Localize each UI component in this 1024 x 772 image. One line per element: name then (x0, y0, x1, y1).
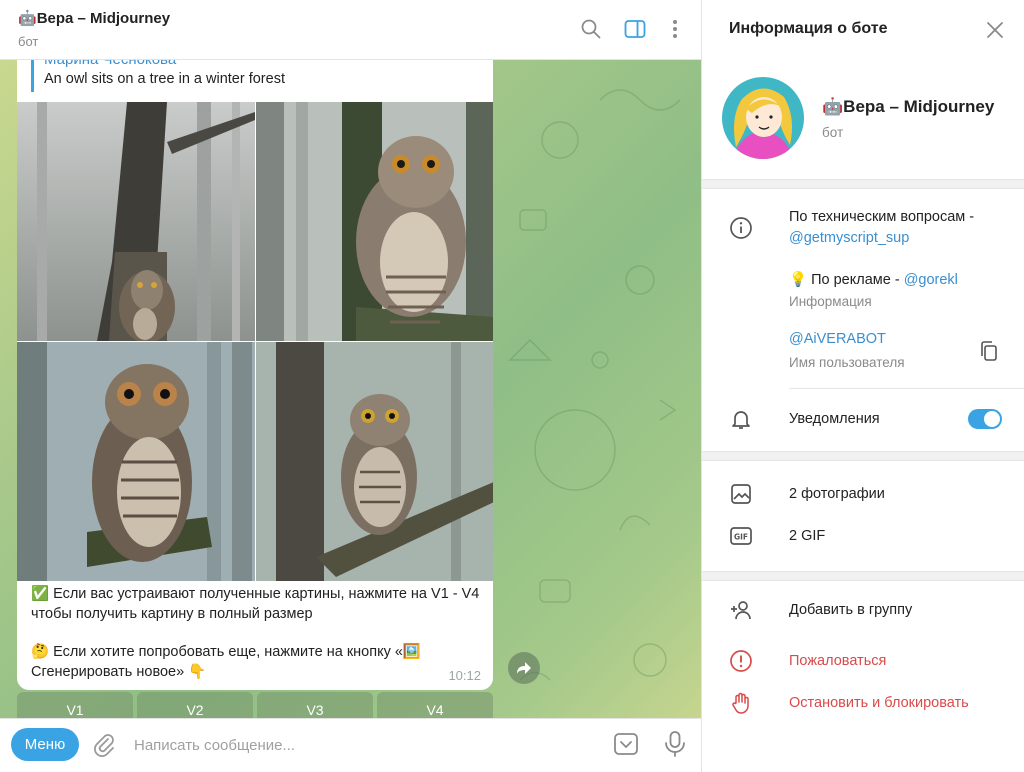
owl-image-1[interactable] (17, 102, 255, 341)
message-paragraph-1: ✅ Если вас устраивают полученные картины… (31, 586, 480, 622)
chat-title-text: Вера – Midjourney (36, 10, 171, 27)
username-link[interactable]: @AiVERABOT (789, 331, 886, 347)
reply-quote[interactable]: Марина Чеснокова An owl sits on a tree i… (31, 60, 471, 92)
section-separator (702, 179, 1024, 189)
gif-icon: GIF (730, 527, 752, 545)
message-input[interactable] (134, 733, 564, 757)
bot-emoji: 🤖 (18, 10, 37, 27)
chat-header: 🤖Вера – Midjourney бот (0, 0, 701, 60)
keyboard-button-v3[interactable]: V3 (257, 692, 373, 718)
forward-button[interactable] (508, 652, 540, 684)
report-icon (730, 650, 752, 672)
photos-row[interactable]: 2 фотографии (789, 486, 885, 502)
photo-icon (731, 484, 751, 504)
search-icon[interactable] (578, 16, 604, 42)
message-bubble[interactable]: Марина Чеснокова An owl sits on a tree i… (17, 60, 493, 690)
stop-and-block-button[interactable]: Остановить и блокировать (789, 695, 969, 711)
message-paragraph-2: 🤔 Если хотите попробовать еще, нажмите н… (31, 644, 421, 680)
info-panel-title: Информация о боте (729, 20, 888, 37)
about-text-line1: По техническим вопросам - (789, 209, 975, 225)
sidebar-toggle-icon[interactable] (622, 16, 648, 42)
about-ads-prefix: 💡 По рекламе - (789, 272, 904, 288)
gifs-row[interactable]: 2 GIF (789, 528, 825, 544)
reply-text: An owl sits on a tree in a winter forest (44, 71, 285, 87)
bot-menu-button[interactable]: Меню (11, 728, 79, 761)
more-menu-icon[interactable] (662, 16, 688, 42)
chat-title[interactable]: 🤖Вера – Midjourney (18, 9, 170, 27)
share-arrow-icon (517, 662, 531, 674)
notifications-label: Уведомления (789, 411, 880, 427)
close-icon[interactable] (984, 19, 1006, 41)
microphone-icon[interactable] (662, 730, 688, 758)
message-time: 10:12 (448, 668, 481, 683)
keyboard-button-v2[interactable]: V2 (137, 692, 253, 718)
chat-subtitle: бот (18, 34, 39, 49)
section-separator (702, 571, 1024, 581)
notifications-toggle[interactable] (968, 409, 1002, 429)
bell-icon (732, 411, 750, 429)
add-to-group-button[interactable]: Добавить в группу (789, 602, 912, 618)
reply-author: Марина Чеснокова (44, 60, 176, 68)
row-divider (789, 388, 1024, 389)
about-caption: Информация (789, 294, 872, 309)
keyboard-toggle-icon[interactable] (613, 731, 639, 757)
copy-icon[interactable] (978, 340, 1000, 362)
stop-hand-icon (732, 692, 749, 714)
info-icon (730, 217, 752, 239)
owl-image-2[interactable] (256, 102, 493, 341)
add-user-icon (731, 601, 751, 620)
bot-info-panel: Информация о боте 🤖Вера – Midjourney бот… (701, 0, 1024, 772)
message-composer: Меню (0, 718, 701, 772)
report-button[interactable]: Пожаловаться (789, 653, 886, 669)
keyboard-button-v1[interactable]: V1 (17, 692, 133, 718)
paperclip-icon[interactable] (90, 731, 118, 759)
inline-keyboard: V1 V2 V3 V4 (17, 692, 493, 718)
username-caption: Имя пользователя (789, 355, 905, 370)
generated-image-grid[interactable] (17, 102, 493, 581)
owl-image-3[interactable] (17, 342, 255, 581)
svg-text:GIF: GIF (734, 533, 748, 542)
about-ads-link[interactable]: @gorekl (904, 272, 958, 288)
bot-subtitle: бот (822, 125, 844, 140)
section-separator (702, 451, 1024, 461)
message-text: ✅ Если вас устраивают полученные картины… (31, 584, 481, 690)
avatar[interactable] (722, 77, 804, 159)
about-support-link[interactable]: @getmyscript_sup (789, 230, 909, 246)
owl-image-4[interactable] (256, 342, 493, 581)
about-ads-line: 💡 По рекламе - @gorekl (789, 271, 958, 288)
keyboard-button-v4[interactable]: V4 (377, 692, 493, 718)
bot-name: 🤖Вера – Midjourney (822, 97, 995, 116)
